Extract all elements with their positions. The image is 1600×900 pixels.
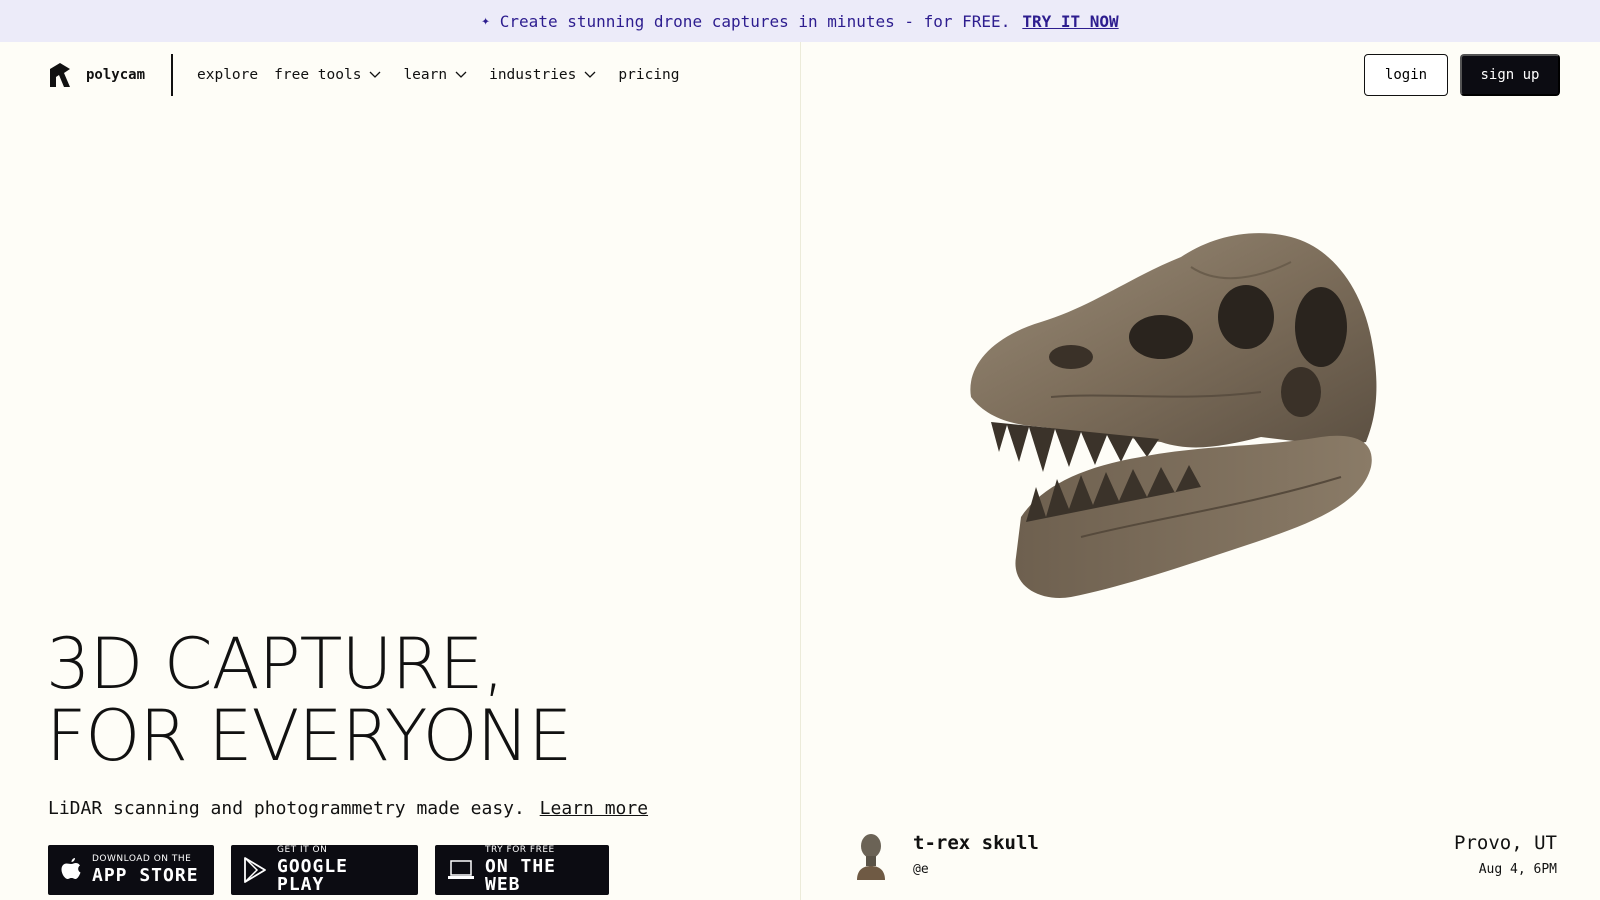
- model-thumbnail[interactable]: [853, 830, 889, 880]
- nav-explore-label: explore: [197, 67, 259, 83]
- laptop-icon: [448, 860, 474, 879]
- google-play-big: GOOGLE PLAY: [277, 856, 349, 895]
- hero-title-line1: 3D CAPTURE,: [46, 623, 505, 705]
- signup-button[interactable]: sign up: [1460, 54, 1560, 96]
- google-play-icon: [244, 857, 266, 883]
- app-store-small: DOWNLOAD ON THE: [92, 854, 192, 864]
- web-small: TRY FOR FREE: [485, 845, 555, 855]
- nav-explore[interactable]: explore: [197, 67, 258, 83]
- app-store-button[interactable]: DOWNLOAD ON THE APP STORE: [48, 845, 214, 895]
- banner-text: Create stunning drone captures in minute…: [499, 11, 1011, 31]
- auth-buttons: login sign up: [1364, 54, 1560, 96]
- nav-industries[interactable]: industries: [489, 67, 596, 83]
- apple-icon: [61, 858, 81, 879]
- chevron-down-icon: [584, 71, 596, 78]
- polycam-logo-icon: [50, 63, 70, 87]
- nav-learn-label: learn: [403, 67, 448, 83]
- hero-left: polycam explore free tools learn industr…: [0, 42, 800, 900]
- hero-title-line2: FOR EVERYONE: [46, 695, 572, 777]
- nav-free-tools[interactable]: free tools: [274, 67, 381, 83]
- model-title[interactable]: t-rex skull: [913, 832, 1039, 854]
- hero-tagline: LiDAR scanning and photogrammetry made e…: [48, 798, 648, 819]
- trex-skull-model[interactable]: [961, 217, 1391, 607]
- logo-text: polycam: [86, 67, 146, 83]
- web-app-button[interactable]: TRY FOR FREE ON THE WEB: [435, 845, 609, 895]
- main-nav: polycam explore free tools learn industr…: [48, 54, 680, 96]
- google-play-button[interactable]: GET IT ON GOOGLE PLAY: [231, 845, 418, 895]
- model-time: Aug 4, 6PM: [1478, 862, 1557, 877]
- login-button[interactable]: login: [1364, 54, 1448, 96]
- model-location: Provo, UT: [1454, 832, 1557, 854]
- drone-icon: ✦: [481, 13, 490, 29]
- nav-industries-label: industries: [489, 67, 577, 83]
- promo-banner: ✦ Create stunning drone captures in minu…: [0, 0, 1600, 42]
- banner-try-link[interactable]: TRY IT NOW: [1022, 12, 1118, 31]
- learn-more-link[interactable]: Learn more: [540, 798, 648, 819]
- chevron-down-icon: [369, 71, 381, 78]
- hero-title: 3D CAPTURE, FOR EVERYONE: [46, 623, 572, 777]
- model-caption: t-rex skull @e Provo, UT Aug 4, 6PM: [853, 830, 1557, 890]
- showcase-panel: login sign up t-rex skull @e Provo, UT A…: [801, 42, 1600, 900]
- store-buttons: DOWNLOAD ON THE APP STORE GET IT ON GOOG…: [48, 845, 609, 895]
- nav-pricing[interactable]: pricing: [618, 67, 679, 83]
- nav-pricing-label: pricing: [618, 67, 680, 83]
- app-store-big: APP STORE: [92, 865, 199, 886]
- nav-learn[interactable]: learn: [403, 67, 467, 83]
- model-user[interactable]: @e: [913, 862, 929, 877]
- logo[interactable]: polycam: [48, 54, 174, 96]
- google-play-small: GET IT ON: [277, 845, 328, 855]
- nav-links: explore free tools learn industries pric…: [197, 67, 680, 83]
- chevron-down-icon: [455, 71, 467, 78]
- web-big: ON THE WEB: [485, 856, 557, 895]
- nav-free-tools-label: free tools: [274, 67, 362, 83]
- tagline-text: LiDAR scanning and photogrammetry made e…: [48, 798, 525, 819]
